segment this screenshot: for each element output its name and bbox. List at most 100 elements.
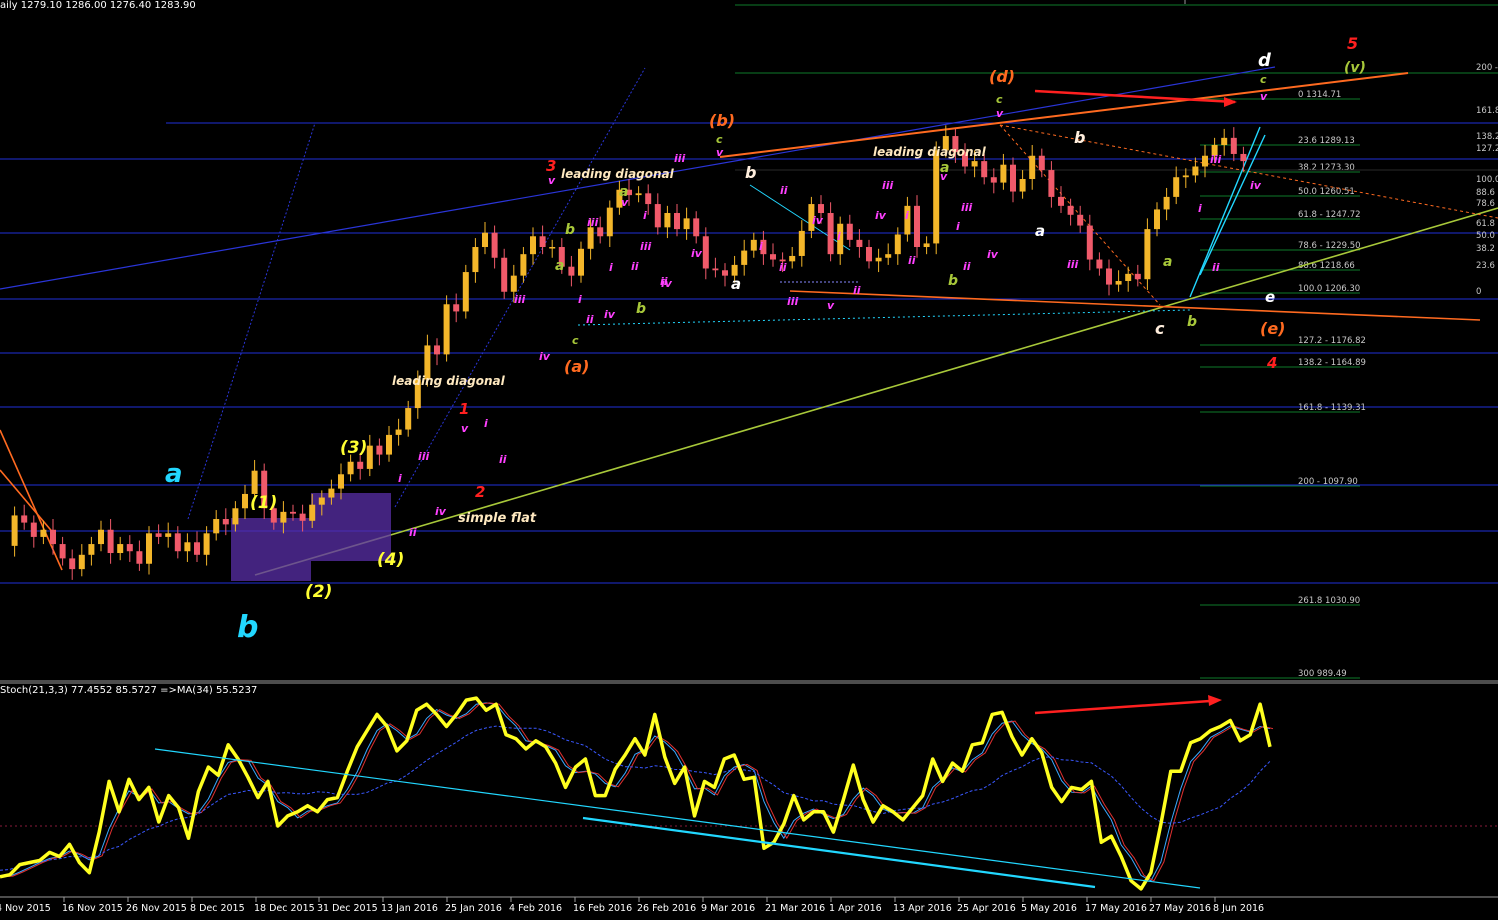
candle-body	[443, 304, 450, 355]
cyan-dotted-line	[577, 309, 1191, 326]
red-arrow	[1034, 89, 1236, 104]
candle-body	[386, 434, 392, 455]
candle-body	[357, 461, 364, 469]
candle-body	[482, 232, 488, 248]
candle-body	[578, 248, 584, 276]
fib-label: 300 989.49	[1298, 669, 1347, 679]
right-fib-label: 0	[1476, 287, 1481, 297]
candle-body	[933, 150, 940, 244]
wave-label-roman: iii	[1067, 258, 1079, 271]
wave-label-c-white: c	[1155, 319, 1165, 338]
right-fib-label: 138.2 -	[1476, 132, 1498, 142]
candle-body	[798, 230, 805, 256]
stoch-red-arrowhead	[1208, 695, 1222, 706]
wave-label-roman: i	[1198, 202, 1202, 215]
candle-body	[434, 345, 440, 355]
wave-label-red-3: 3	[546, 157, 556, 175]
candle-body	[856, 239, 863, 248]
candle-body	[1144, 229, 1151, 280]
candle-body	[290, 511, 296, 514]
candle-body	[1182, 175, 1189, 178]
candle-body	[69, 558, 76, 570]
right-fib-label: 127.2 -	[1476, 144, 1498, 154]
candle-body	[683, 218, 690, 230]
candle-body	[1000, 164, 1007, 183]
candle-body	[453, 304, 460, 312]
wave-label-pe: (e)	[1260, 319, 1285, 338]
wave-label-c-green: c	[996, 93, 1003, 106]
x-tick-label: 18 Dec 2015	[254, 903, 315, 914]
candle-body	[981, 161, 988, 178]
right-fib-label: 88.6	[1476, 188, 1495, 198]
wave-label-roman: iv	[604, 308, 616, 321]
wave-label-roman: i	[398, 472, 402, 485]
candle-body	[184, 542, 191, 552]
candle-body	[194, 542, 200, 555]
fib-label: 261.8 1030.90	[1298, 596, 1360, 606]
candle-body	[59, 544, 66, 559]
fib-label: 138.2 - 1164.89	[1298, 358, 1366, 368]
candle-body	[203, 533, 210, 555]
wave-label-roman: iv	[812, 214, 824, 227]
fib-label: 161.8 - 1139.31	[1298, 403, 1366, 413]
wave-label-roman: ii	[586, 313, 594, 326]
wave-label-roman: iii	[640, 240, 652, 253]
candle-body	[251, 470, 258, 494]
candle-body	[174, 533, 181, 552]
x-tick-label: 1 Apr 2016	[829, 903, 882, 914]
wave-label-roman: i	[578, 293, 582, 306]
green-trendline	[254, 207, 1498, 576]
candle-body	[1058, 196, 1064, 206]
wave-label-1: (1)	[250, 493, 277, 513]
candle-body	[222, 519, 229, 525]
wave-label-roman: v	[996, 107, 1004, 120]
candle-body	[88, 544, 95, 555]
wave-label-roman: ii	[660, 275, 668, 288]
wave-label-b-green: b	[636, 301, 646, 317]
leading-diagonal-label: leading diagonal	[392, 374, 506, 388]
wave-label-roman: iv	[691, 247, 703, 260]
wave-label-a-green: a	[555, 258, 564, 274]
wave-label-roman: i	[905, 209, 909, 222]
wave-label-red-4: 4	[1266, 354, 1277, 372]
candle-body	[1202, 155, 1208, 167]
wave-label-c-green: c	[572, 334, 579, 347]
candle-body	[126, 544, 133, 552]
candle-body	[894, 234, 901, 255]
wave-label-b-white: b	[745, 163, 756, 182]
candle-body	[1154, 209, 1160, 230]
right-fib-label: 161.8 -	[1476, 106, 1498, 116]
candle-body	[338, 474, 344, 489]
candle-body	[1106, 268, 1112, 285]
wave-label-roman: i	[837, 230, 841, 243]
wave-label-roman: iii	[787, 295, 799, 308]
x-tick-label: 16 Nov 2015	[62, 903, 123, 914]
wave-label-roman: v	[1260, 90, 1268, 103]
fib-label: 100.0 1206.30	[1298, 284, 1360, 294]
candle-body	[914, 205, 920, 248]
candle-body	[30, 522, 37, 537]
wave-label-pa: (a)	[564, 357, 589, 376]
fib-label: 23.6 1289.13	[1298, 136, 1355, 146]
candle-body	[78, 554, 85, 570]
purple-zone	[231, 518, 311, 581]
candle-body	[472, 247, 479, 273]
wave-label-4: (4)	[377, 550, 404, 570]
x-tick-label: 9 Mar 2016	[701, 903, 755, 914]
fib-label: 61.8 - 1247.72	[1298, 210, 1361, 220]
wave-label-roman: iv	[987, 248, 999, 261]
wave-label-e-white: e	[1265, 288, 1275, 306]
candle-body	[232, 508, 239, 525]
candle-body	[98, 529, 104, 545]
right-fib-label: 78.6	[1476, 199, 1495, 209]
wave-label-b: b	[237, 610, 258, 645]
candle-body	[722, 270, 728, 276]
wave-label-roman: v	[716, 146, 724, 159]
candle-body	[587, 227, 594, 249]
wave-label-d-white: d	[1258, 50, 1272, 71]
wave-label-roman: v	[827, 299, 835, 312]
x-tick-label: 27 May 2016	[1149, 903, 1211, 914]
price-chart[interactable]: 0 1314.7123.6 1289.1338.2 1273.3050.0 12…	[0, 0, 1498, 920]
candle-body	[1230, 137, 1237, 154]
candle-body	[1067, 205, 1074, 215]
